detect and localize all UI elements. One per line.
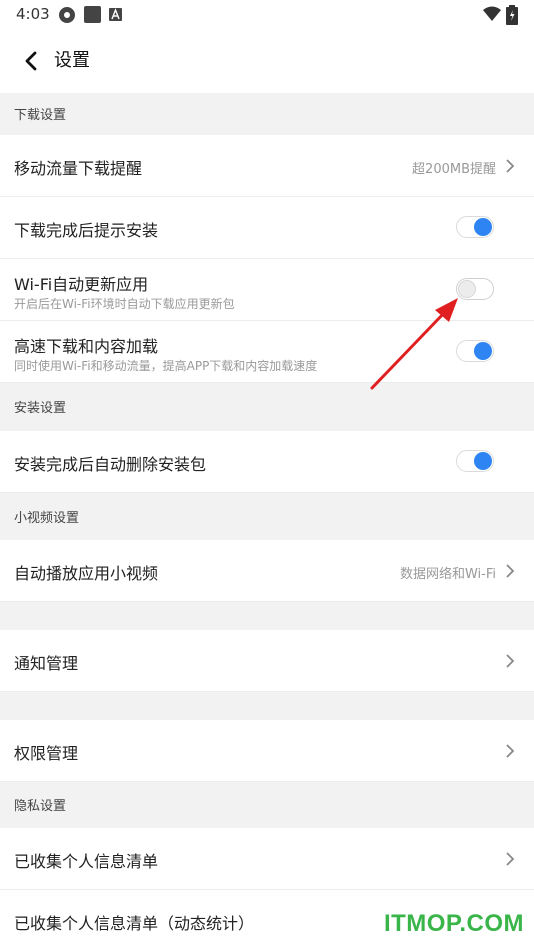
section-header-download: 下载设置 bbox=[0, 93, 534, 135]
autoplay-video-row[interactable]: 自动播放应用小视频 数据网络和Wi-Fi bbox=[0, 540, 534, 602]
row-title: 已收集个人信息清单 bbox=[14, 852, 159, 871]
app-bar: 设置 bbox=[0, 30, 534, 93]
row-value: 数据网络和Wi-Fi bbox=[399, 567, 496, 582]
section-header-privacy: 隐私设置 bbox=[0, 782, 534, 828]
section-header-video: 小视频设置 bbox=[0, 493, 534, 540]
notification-management-row[interactable]: 通知管理 bbox=[0, 630, 534, 692]
high-speed-download-toggle[interactable] bbox=[456, 340, 494, 362]
battery-icon bbox=[506, 5, 518, 25]
wifi-icon bbox=[483, 6, 501, 21]
chevron-right-icon bbox=[506, 159, 515, 173]
row-title: 权限管理 bbox=[14, 744, 79, 763]
section-header-install: 安装设置 bbox=[0, 383, 534, 431]
row-title: 高速下载和内容加载 bbox=[14, 337, 159, 356]
page-title: 设置 bbox=[54, 50, 90, 71]
row-title: 下载完成后提示安装 bbox=[14, 221, 159, 240]
toggle-knob bbox=[474, 218, 492, 236]
collected-info-list-row[interactable]: 已收集个人信息清单 bbox=[0, 828, 534, 890]
row-title: 通知管理 bbox=[14, 654, 79, 673]
status-bar: 4:03 bbox=[0, 0, 534, 30]
toggle-knob bbox=[474, 342, 492, 360]
status-time: 4:03 bbox=[16, 5, 50, 23]
toggle-knob bbox=[458, 280, 476, 298]
letter-a-notification-icon bbox=[109, 8, 122, 21]
square-notification-icon bbox=[84, 6, 101, 23]
app-notification-icon bbox=[59, 7, 75, 23]
back-arrow-icon[interactable] bbox=[14, 44, 48, 78]
row-title: 已收集个人信息清单（动态统计） bbox=[14, 914, 255, 933]
watermark-logo: ITMOP.COM bbox=[383, 910, 524, 937]
auto-delete-package-toggle[interactable] bbox=[456, 450, 494, 472]
wifi-auto-update-row: Wi-Fi自动更新应用 开启后在Wi-Fi环境时自动下载应用更新包 bbox=[0, 259, 534, 321]
permission-management-row[interactable]: 权限管理 bbox=[0, 720, 534, 782]
high-speed-download-row: 高速下载和内容加载 同时使用Wi-Fi和移动流量，提高APP下载和内容加载速度 bbox=[0, 321, 534, 383]
row-subtitle: 开启后在Wi-Fi环境时自动下载应用更新包 bbox=[14, 297, 235, 311]
mobile-data-download-reminder-row[interactable]: 移动流量下载提醒 超200MB提醒 bbox=[0, 135, 534, 197]
wifi-auto-update-toggle[interactable] bbox=[456, 278, 494, 300]
row-value: 超200MB提醒 bbox=[412, 162, 496, 177]
toggle-knob bbox=[474, 452, 492, 470]
chevron-right-icon bbox=[506, 852, 515, 866]
chevron-right-icon bbox=[506, 654, 515, 668]
row-title: 移动流量下载提醒 bbox=[14, 159, 143, 178]
row-title: Wi-Fi自动更新应用 bbox=[14, 275, 149, 294]
chevron-right-icon bbox=[506, 744, 515, 758]
install-prompt-row: 下载完成后提示安装 bbox=[0, 197, 534, 259]
row-subtitle: 同时使用Wi-Fi和移动流量，提高APP下载和内容加载速度 bbox=[14, 359, 318, 373]
row-title: 自动播放应用小视频 bbox=[14, 564, 159, 583]
install-prompt-toggle[interactable] bbox=[456, 216, 494, 238]
chevron-right-icon bbox=[506, 564, 515, 578]
row-title: 安装完成后自动删除安装包 bbox=[14, 455, 207, 474]
auto-delete-package-row: 安装完成后自动删除安装包 bbox=[0, 431, 534, 493]
